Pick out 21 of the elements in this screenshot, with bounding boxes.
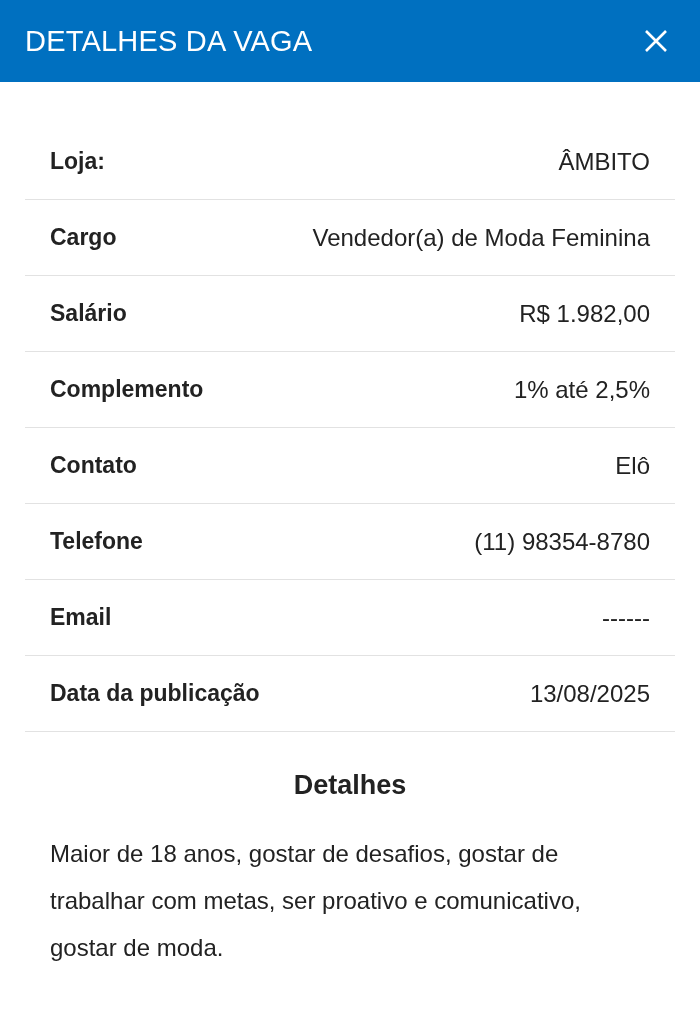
detail-value: 13/08/2025 [529, 678, 650, 709]
detail-label: Cargo [50, 223, 117, 253]
detail-value: Vendedor(a) de Moda Feminina [312, 222, 650, 253]
detail-value: Elô [615, 450, 650, 481]
dialog-title: DETALHES DA VAGA [25, 24, 313, 58]
detail-value: R$ 1.982,00 [519, 298, 650, 329]
detail-value: 1% até 2,5% [513, 374, 650, 405]
detail-value: (11) 98354-8780 [474, 526, 650, 557]
detail-label: Data da publicação [50, 679, 260, 709]
detail-label: Contato [50, 451, 137, 481]
detail-label: Salário [50, 299, 127, 329]
description-text: Maior de 18 anos, gostar de desafios, gostar de trabalhar com metas, ser proativo e comunicativo, gostar de moda. [50, 839, 582, 963]
close-button[interactable] [644, 29, 668, 53]
section-heading: Detalhes [292, 769, 408, 801]
detail-label: Complemento [50, 375, 204, 405]
detail-label: Loja: [50, 147, 105, 177]
detail-value: ------ [602, 602, 650, 633]
close-icon [644, 29, 668, 53]
detail-value: ÂMBITO [558, 146, 650, 177]
detail-label: Email [50, 603, 112, 633]
detail-label: Telefone [50, 527, 143, 557]
